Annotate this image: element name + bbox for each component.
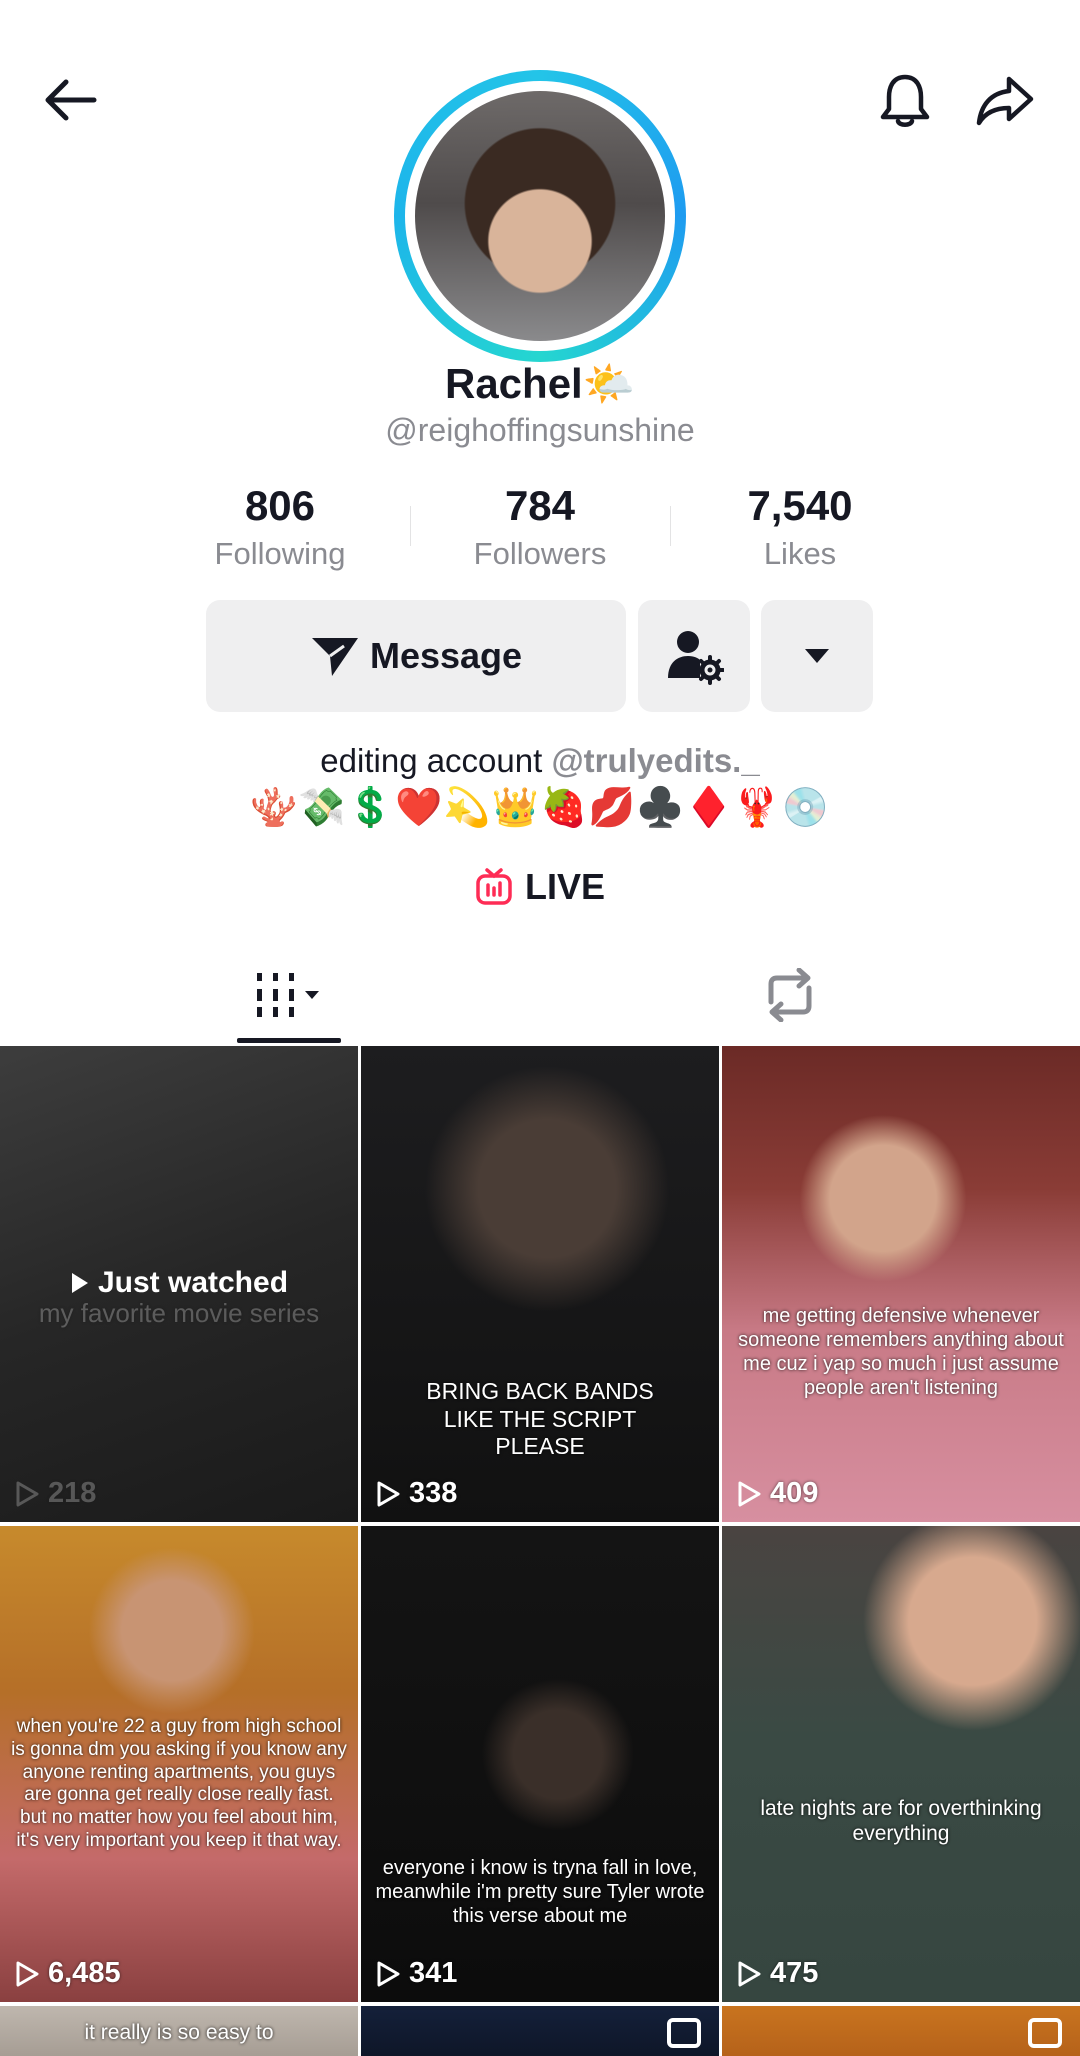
friend-settings-button[interactable] xyxy=(638,600,750,712)
avatar-story-ring[interactable] xyxy=(394,70,686,362)
display-name: Rachel🌤️ xyxy=(0,360,1080,409)
sun-cloud-emoji: 🌤️ xyxy=(582,360,636,407)
grid-icon xyxy=(257,973,319,1017)
live-tv-icon xyxy=(476,868,512,905)
video-caption: my favorite movie series xyxy=(38,1298,320,1328)
video-tile[interactable]: when you're 22 a guy from high school is… xyxy=(0,1526,358,2002)
username-handle: @reighoffingsunshine xyxy=(385,412,695,448)
view-count: 6,485 xyxy=(14,1957,121,1990)
stat-likes[interactable]: 7,540 Likes xyxy=(670,482,930,572)
video-tile[interactable]: Just watched my favorite movie series 21… xyxy=(0,1046,358,1522)
followers-label: Followers xyxy=(473,536,607,571)
bio-emojis: 🪸💸💲❤️💫👑🍓💋♣️♦️🦞💿 xyxy=(250,787,830,829)
content-tabs xyxy=(0,950,1080,1046)
video-tile[interactable]: everyone i know is tryna fall in love, m… xyxy=(361,1526,719,2002)
view-count-value: 6,485 xyxy=(48,1957,121,1989)
stat-divider xyxy=(410,506,411,546)
photo-carousel-icon xyxy=(1028,2018,1062,2048)
view-count: 341 xyxy=(375,1957,457,1990)
play-icon xyxy=(16,1961,39,1986)
video-tile[interactable]: it really is so easy to xyxy=(0,2006,358,2056)
video-caption: BRING BACK BANDS LIKE THE SCRIPT PLEASE xyxy=(426,1378,654,1460)
following-label: Following xyxy=(214,536,346,571)
video-caption: it really is so easy to xyxy=(84,2021,274,2044)
stat-following[interactable]: 806 Following xyxy=(150,482,410,572)
view-count: 409 xyxy=(736,1477,818,1510)
message-button[interactable]: Message xyxy=(206,600,626,712)
bio-text: editing account xyxy=(320,742,552,779)
video-tile[interactable]: BRING BACK BANDS LIKE THE SCRIPT PLEASE … xyxy=(361,1046,719,1522)
bio-line: editing account @trulyedits._ xyxy=(0,742,1080,780)
video-caption: when you're 22 a guy from high school is… xyxy=(11,1716,347,1851)
play-icon xyxy=(738,1481,761,1506)
view-count: 218 xyxy=(14,1477,96,1510)
live-link[interactable]: LIVE xyxy=(0,866,1080,908)
display-name-text: Rachel xyxy=(444,360,583,407)
share-arrow-icon xyxy=(976,76,1034,126)
video-tile[interactable]: late nights are for overthinking everyth… xyxy=(722,1526,1080,2002)
likes-count: 7,540 xyxy=(747,482,853,529)
stat-followers[interactable]: 784 Followers xyxy=(410,482,670,572)
video-caption: me getting defensive whenever someone re… xyxy=(738,1305,1064,1399)
video-caption: everyone i know is tryna fall in love, m… xyxy=(375,1857,705,1927)
message-label: Message xyxy=(369,635,523,676)
tab-reposts[interactable] xyxy=(750,960,830,1030)
view-count-value: 475 xyxy=(770,1957,819,1989)
play-icon xyxy=(377,1961,400,1986)
stat-divider xyxy=(670,506,671,546)
play-triangle-icon xyxy=(71,1273,88,1293)
send-icon xyxy=(311,638,358,676)
profile-page: Rachel🌤️ @reighoffingsunshine 806 Follow… xyxy=(0,0,1080,2056)
avatar-frame xyxy=(405,81,675,351)
followers-count: 784 xyxy=(504,482,576,529)
video-tile[interactable]: me getting defensive whenever someone re… xyxy=(722,1046,1080,1522)
photo-carousel-icon xyxy=(667,2018,701,2048)
play-icon xyxy=(377,1481,400,1506)
play-icon xyxy=(16,1481,39,1506)
bio-mention-link[interactable]: @trulyedits._ xyxy=(551,742,759,779)
share-button[interactable] xyxy=(965,60,1045,140)
view-count-value: 338 xyxy=(409,1477,458,1509)
just-watched-overlay: Just watched xyxy=(0,1266,358,1300)
live-label: LIVE xyxy=(524,866,605,907)
view-count-value: 409 xyxy=(770,1477,819,1509)
more-dropdown-button[interactable] xyxy=(761,600,873,712)
back-arrow-icon xyxy=(45,79,97,121)
view-count: 338 xyxy=(375,1477,457,1510)
notifications-button[interactable] xyxy=(865,60,945,140)
view-count: 475 xyxy=(736,1957,818,1990)
profile-stats: 806 Following 784 Followers 7,540 Likes xyxy=(150,482,930,572)
back-button[interactable] xyxy=(30,60,110,140)
play-icon xyxy=(738,1961,761,1986)
active-tab-indicator xyxy=(237,1038,341,1043)
following-count: 806 xyxy=(244,482,316,529)
video-tile[interactable] xyxy=(361,2006,719,2056)
bell-icon xyxy=(880,74,930,127)
video-tile[interactable] xyxy=(722,2006,1080,2056)
video-caption: late nights are for overthinking everyth… xyxy=(760,1797,1042,1846)
likes-label: Likes xyxy=(763,536,837,571)
view-count-value: 218 xyxy=(48,1477,97,1509)
person-gear-icon xyxy=(668,631,724,685)
avatar xyxy=(415,91,665,341)
just-watched-label: Just watched xyxy=(97,1266,289,1299)
view-count-value: 341 xyxy=(409,1957,458,1989)
tab-videos[interactable] xyxy=(237,960,341,1030)
caret-down-icon xyxy=(805,649,829,663)
repost-icon xyxy=(768,968,812,1022)
